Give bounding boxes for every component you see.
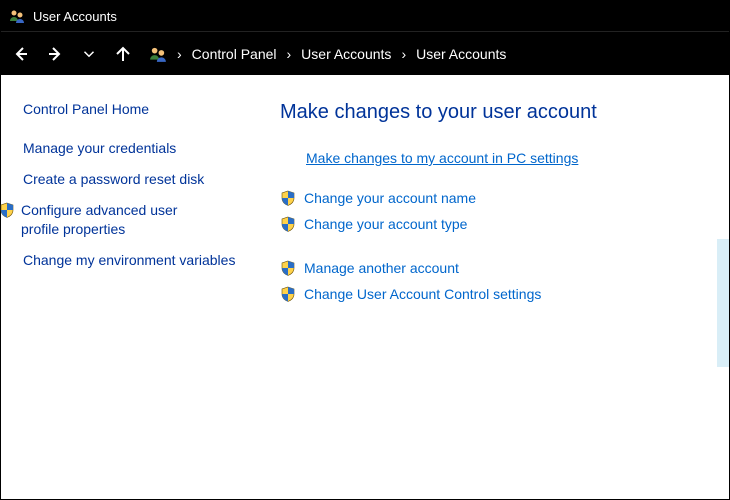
action-group: Manage another account Change User Accou… (280, 260, 719, 302)
titlebar: User Accounts (1, 1, 729, 31)
sidebar-link-manage-credentials[interactable]: Manage your credentials (23, 139, 240, 158)
back-button[interactable] (13, 46, 29, 62)
action-manage-another-account[interactable]: Manage another account (280, 260, 719, 276)
sidebar-link-env-variables[interactable]: Change my environment variables (23, 251, 240, 270)
sidebar-link-label: Manage your credentials (23, 139, 176, 158)
shield-icon (280, 216, 296, 232)
forward-button[interactable] (47, 46, 63, 62)
sidebar-link-label: Change my environment variables (23, 251, 235, 270)
chevron-right-icon: › (287, 46, 292, 62)
action-label: Manage another account (304, 260, 459, 276)
action-change-account-name[interactable]: Change your account name (280, 190, 719, 206)
action-label: Change your account name (304, 190, 476, 206)
chevron-right-icon: › (177, 46, 182, 62)
shield-icon (280, 190, 296, 206)
sidebar-link-label: Create a password reset disk (23, 170, 204, 189)
sidebar-link-password-reset-disk[interactable]: Create a password reset disk (23, 170, 240, 189)
breadcrumb[interactable]: › Control Panel › User Accounts › User A… (149, 45, 506, 63)
breadcrumb-item[interactable]: User Accounts (416, 46, 506, 62)
navbar: › Control Panel › User Accounts › User A… (1, 31, 729, 75)
action-label: Change your account type (304, 216, 467, 232)
recent-dropdown[interactable] (81, 46, 97, 62)
window: User Accounts › Control Panel (0, 0, 730, 500)
breadcrumb-item[interactable]: User Accounts (301, 46, 391, 62)
content-area: Control Panel Home Manage your credentia… (1, 75, 729, 499)
action-group: Change your account name Change your acc… (280, 190, 719, 232)
user-accounts-icon (9, 8, 25, 24)
control-panel-home-link[interactable]: Control Panel Home (17, 101, 240, 117)
user-accounts-icon (149, 45, 167, 63)
sidebar: Control Panel Home Manage your credentia… (1, 101, 246, 499)
shield-icon (280, 260, 296, 276)
window-title: User Accounts (33, 9, 117, 24)
pc-settings-link[interactable]: Make changes to my account in PC setting… (306, 150, 578, 166)
sidebar-link-label: Configure advanced user profile properti… (21, 201, 219, 239)
shield-icon (0, 202, 15, 218)
main-panel: Make changes to your user account Make c… (246, 101, 729, 499)
sidebar-link-advanced-profile[interactable]: Configure advanced user profile properti… (0, 201, 219, 239)
account-picture-edge (717, 239, 729, 367)
shield-icon (280, 286, 296, 302)
action-change-uac-settings[interactable]: Change User Account Control settings (280, 286, 719, 302)
chevron-right-icon: › (401, 46, 406, 62)
breadcrumb-item[interactable]: Control Panel (192, 46, 277, 62)
action-change-account-type[interactable]: Change your account type (280, 216, 719, 232)
page-heading: Make changes to your user account (280, 101, 719, 124)
action-label: Change User Account Control settings (304, 286, 541, 302)
up-button[interactable] (115, 46, 131, 62)
